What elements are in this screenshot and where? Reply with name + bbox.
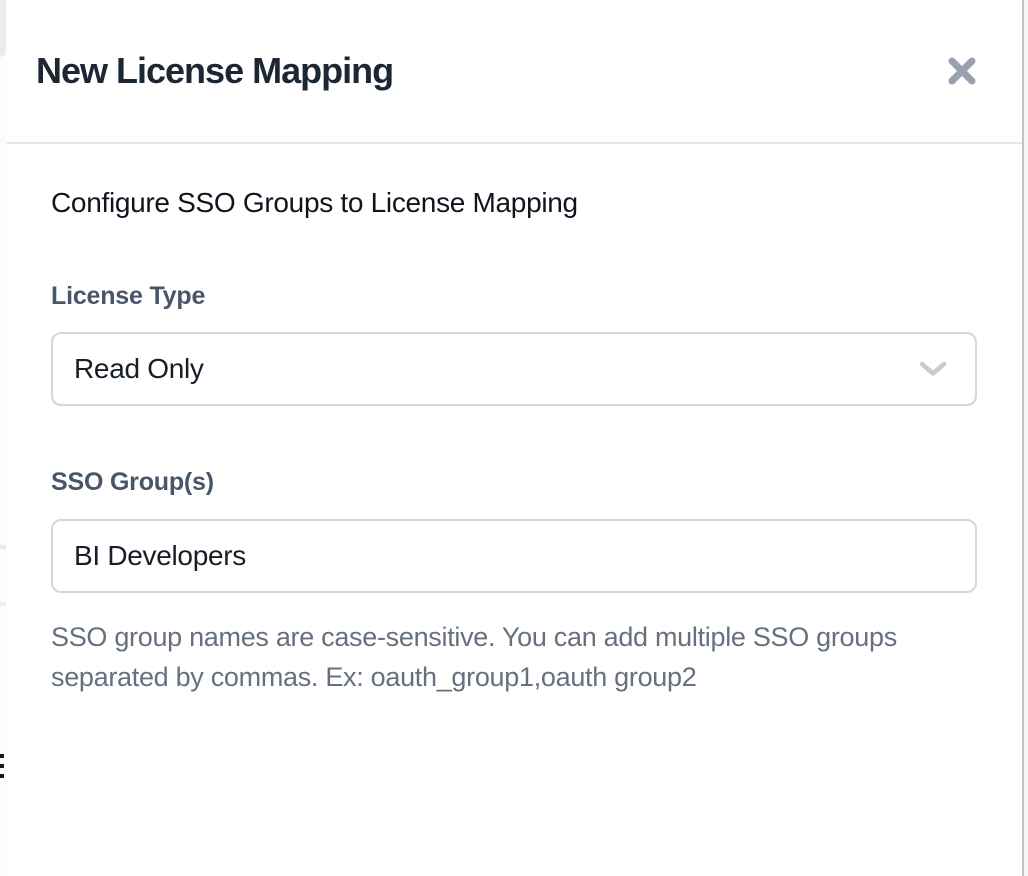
new-license-mapping-modal: New License Mapping Configure SSO Groups…: [0, 0, 1022, 876]
sso-groups-help-text: SSO group names are case-sensitive. You …: [51, 617, 977, 697]
scrollbar-track[interactable]: [1022, 0, 1028, 876]
help-text-line-2: separated by commas. Ex: oauth_group1,oa…: [51, 662, 696, 692]
modal-header: New License Mapping: [0, 0, 1022, 144]
help-text-line-1: SSO group names are case-sensitive. You …: [51, 622, 897, 652]
license-type-select[interactable]: Read Only: [51, 332, 977, 406]
license-type-label: License Type: [51, 282, 977, 311]
modal-description: Configure SSO Groups to License Mapping: [51, 186, 977, 220]
hamburger-menu-icon-fragment: [0, 754, 4, 784]
close-button[interactable]: [942, 51, 982, 91]
modal-body: Configure SSO Groups to License Mapping …: [0, 186, 1022, 697]
sso-groups-input[interactable]: [51, 519, 977, 593]
x-icon: [946, 55, 978, 87]
license-type-selected-value: Read Only: [74, 353, 204, 385]
sso-groups-label: SSO Group(s): [51, 468, 977, 497]
chevron-down-icon: [919, 361, 947, 377]
modal-title: New License Mapping: [36, 50, 393, 92]
